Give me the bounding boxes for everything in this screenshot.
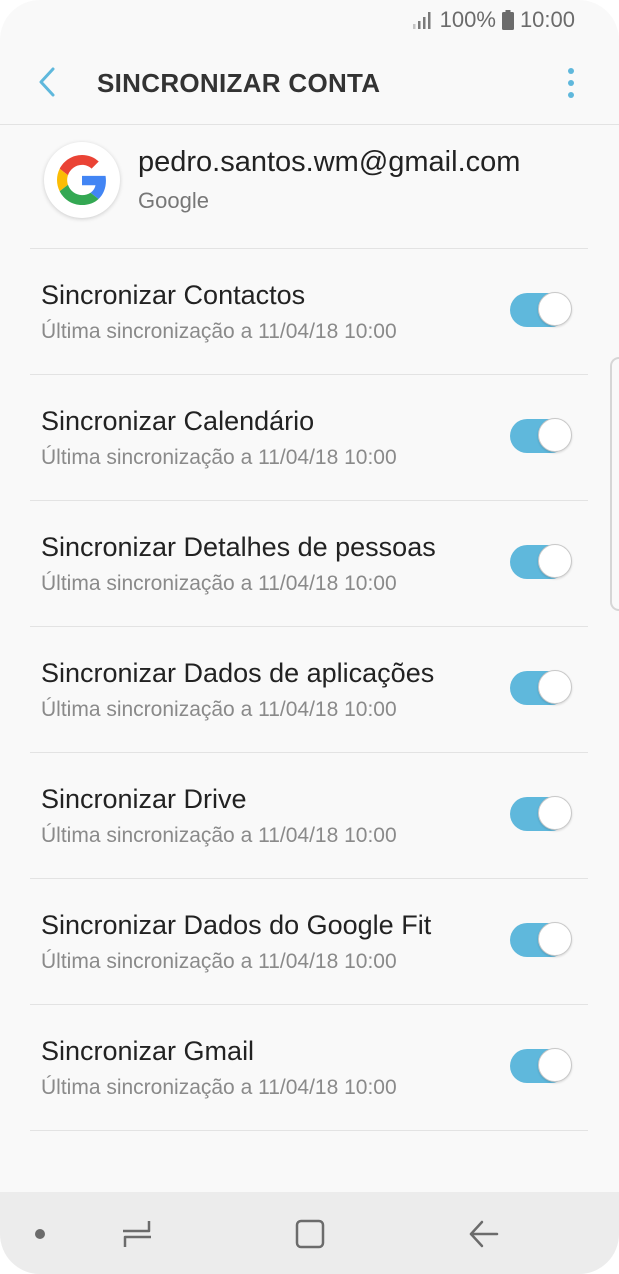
sync-toggle-calendar[interactable] <box>510 418 572 453</box>
signal-icon <box>412 12 431 29</box>
account-email: pedro.santos.wm@gmail.com <box>138 146 521 178</box>
chevron-left-icon <box>39 67 55 97</box>
more-options-button[interactable] <box>559 66 583 100</box>
sync-list: Sincronizar Contactos Última sincronizaç… <box>30 249 588 1131</box>
navigation-bar <box>0 1192 619 1274</box>
status-time: 10:00 <box>519 7 575 32</box>
sync-toggle-app-data[interactable] <box>510 670 572 705</box>
nav-dot-indicator[interactable] <box>35 1229 45 1239</box>
battery-icon <box>501 10 514 30</box>
sync-item-gmail[interactable]: Sincronizar Gmail Última sincronização a… <box>30 1005 588 1131</box>
google-logo-icon <box>57 155 106 205</box>
sync-item-label: Sincronizar Calendário <box>41 406 315 436</box>
battery-percent: 100% <box>439 7 496 32</box>
back-arrow-icon <box>469 1220 499 1248</box>
sync-item-last-sync: Última sincronização a 11/04/18 10:00 <box>41 572 397 595</box>
account-avatar <box>44 142 120 218</box>
sync-item-label: Sincronizar Drive <box>41 784 247 814</box>
sync-toggle-google-fit[interactable] <box>510 922 572 957</box>
account-type: Google <box>138 188 209 213</box>
sync-item-app-data[interactable]: Sincronizar Dados de aplicações Última s… <box>30 627 588 753</box>
sync-item-label: Sincronizar Dados do Google Fit <box>41 910 432 940</box>
home-icon <box>295 1219 325 1249</box>
sync-toggle-contacts[interactable] <box>510 292 572 327</box>
sync-item-last-sync: Última sincronização a 11/04/18 10:00 <box>41 320 397 343</box>
phone-screen: 100% 10:00 SINCRONIZAR CONTA pedro.santo… <box>0 0 619 1274</box>
sync-toggle-drive[interactable] <box>510 796 572 831</box>
status-indicators: 100% 10:00 <box>412 7 575 33</box>
app-bar: SINCRONIZAR CONTA <box>0 42 619 125</box>
recents-button[interactable] <box>115 1216 159 1252</box>
sync-item-last-sync: Última sincronização a 11/04/18 10:00 <box>41 698 397 721</box>
sync-item-contacts[interactable]: Sincronizar Contactos Última sincronizaç… <box>30 249 588 375</box>
sync-item-calendar[interactable]: Sincronizar Calendário Última sincroniza… <box>30 375 588 501</box>
account-header: pedro.santos.wm@gmail.com Google <box>30 124 588 249</box>
sync-item-last-sync: Última sincronização a 11/04/18 10:00 <box>41 1076 397 1099</box>
sync-item-last-sync: Última sincronização a 11/04/18 10:00 <box>41 950 397 973</box>
sync-item-last-sync: Última sincronização a 11/04/18 10:00 <box>41 824 397 847</box>
scroll-indicator[interactable] <box>610 357 619 611</box>
sync-item-last-sync: Última sincronização a 11/04/18 10:00 <box>41 446 397 469</box>
status-bar: 100% 10:00 <box>0 0 619 42</box>
page-title: SINCRONIZAR CONTA <box>97 68 381 98</box>
sync-item-label: Sincronizar Contactos <box>41 280 306 310</box>
more-vertical-icon <box>568 68 574 98</box>
sync-toggle-gmail[interactable] <box>510 1048 572 1083</box>
sync-item-label: Sincronizar Detalhes de pessoas <box>41 532 436 562</box>
sync-item-drive[interactable]: Sincronizar Drive Última sincronização a… <box>30 753 588 879</box>
sync-item-people-details[interactable]: Sincronizar Detalhes de pessoas Última s… <box>30 501 588 627</box>
sync-item-label: Sincronizar Gmail <box>41 1036 255 1066</box>
system-back-button[interactable] <box>462 1216 506 1252</box>
back-button[interactable] <box>30 62 66 102</box>
recents-icon <box>123 1221 151 1247</box>
sync-item-google-fit[interactable]: Sincronizar Dados do Google Fit Última s… <box>30 879 588 1005</box>
sync-item-label: Sincronizar Dados de aplicações <box>41 658 435 688</box>
home-button[interactable] <box>288 1216 332 1252</box>
sync-toggle-people-details[interactable] <box>510 544 572 579</box>
